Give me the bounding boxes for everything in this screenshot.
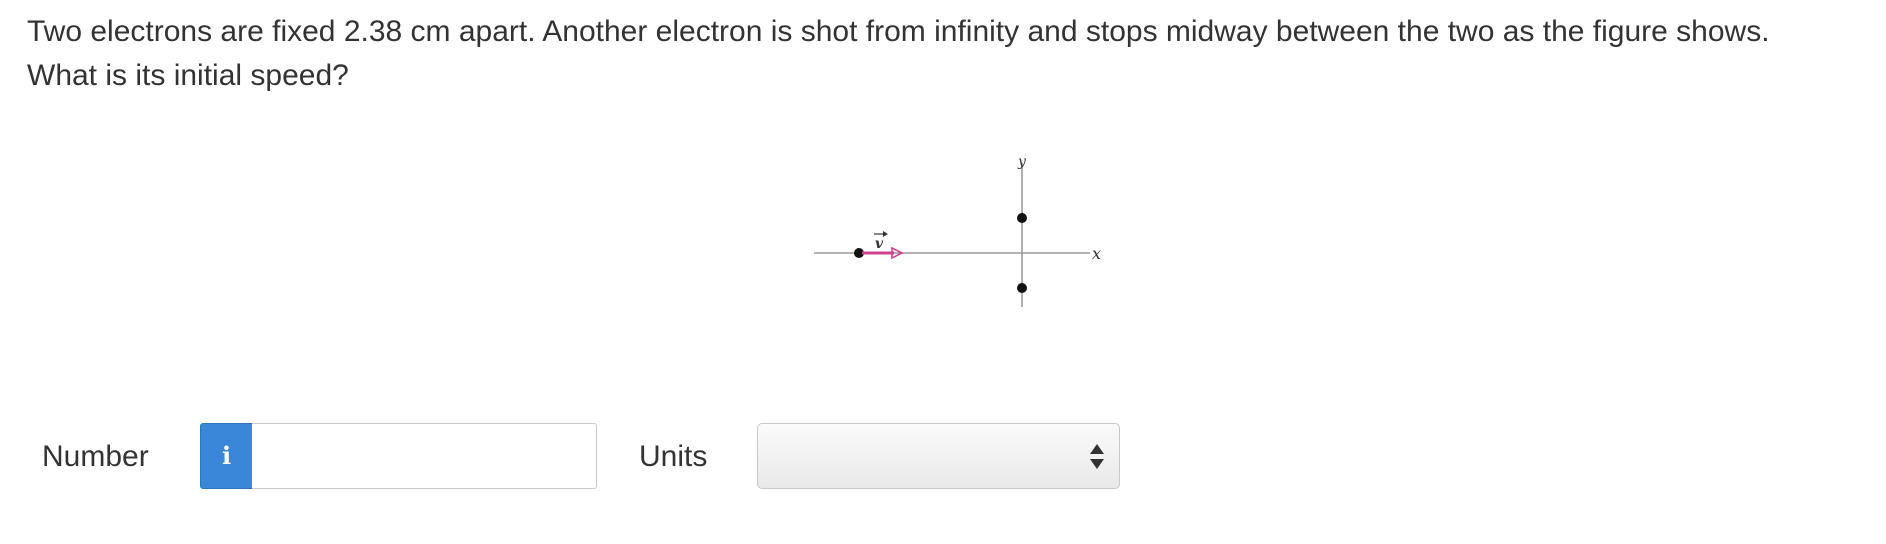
units-select[interactable] [757, 423, 1120, 489]
fixed-electron-top [1017, 213, 1027, 223]
question-line-2: What is its initial speed? [27, 59, 349, 92]
x-axis-label: x [1092, 244, 1101, 263]
info-icon: i [221, 441, 232, 470]
number-label: Number [42, 440, 149, 473]
y-axis-label: y [1017, 155, 1027, 170]
number-input[interactable] [252, 423, 597, 489]
electron-figure: x y v [814, 155, 1101, 307]
question-line-1: Two electrons are fixed 2.38 cm apart. A… [27, 15, 1770, 48]
units-label: Units [639, 440, 708, 473]
info-icon-button[interactable]: i [200, 423, 253, 489]
fixed-electron-bottom [1017, 283, 1027, 293]
question-text: Two electrons are fixed 2.38 cm apart. A… [27, 10, 1867, 98]
answer-row: Number i Units [0, 423, 1886, 489]
select-arrows-icon [1090, 444, 1104, 469]
velocity-label-arrowhead [883, 231, 888, 237]
velocity-label: v [875, 236, 884, 252]
